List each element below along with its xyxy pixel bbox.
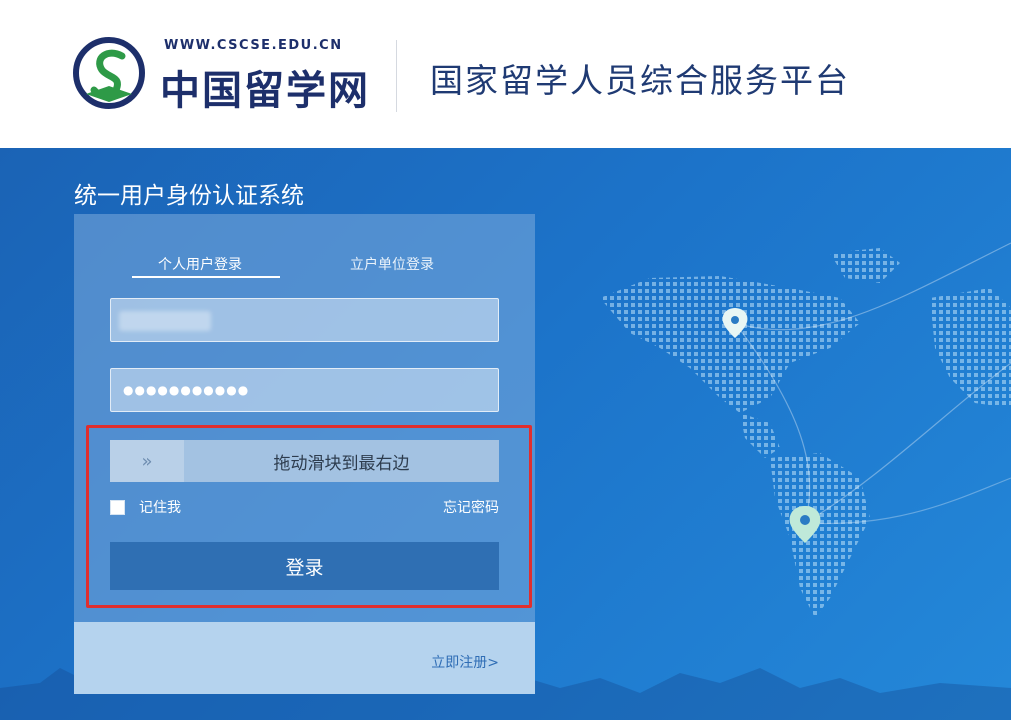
register-link[interactable]: 立即注册> xyxy=(431,652,499,672)
active-tab-indicator xyxy=(132,276,280,278)
slider-handle[interactable]: » xyxy=(110,440,184,482)
login-banner: 统一用户身份认证系统 个人用户登录 立户单位登录 ●●●●●●●●●●● » 拖… xyxy=(0,148,1011,720)
username-input[interactable] xyxy=(110,298,499,342)
slider-instruction: 拖动滑块到最右边 xyxy=(273,453,410,474)
password-value: ●●●●●●●●●●● xyxy=(123,383,250,397)
logo-url-text: WWW.CSCSE.EDU.CN xyxy=(164,38,343,53)
platform-title: 国家留学人员综合服务平台 xyxy=(430,61,850,100)
remember-me-label: 记住我 xyxy=(139,500,181,516)
forgot-password-link[interactable]: 忘记密码 xyxy=(443,497,499,517)
tab-personal-login[interactable]: 个人用户登录 xyxy=(158,254,242,274)
double-chevron-right-icon: » xyxy=(141,450,153,472)
cscse-logo[interactable]: WWW.CSCSE.EDU.CN 中国留学网 xyxy=(72,36,382,116)
cscse-emblem-icon xyxy=(73,37,145,109)
username-blurred-value xyxy=(119,311,211,331)
login-button[interactable]: 登录 xyxy=(110,542,499,590)
page-header: WWW.CSCSE.EDU.CN 中国留学网 国家留学人员综合服务平台 xyxy=(0,0,1011,148)
logo-chinese-text: 中国留学网 xyxy=(160,67,370,114)
system-title: 统一用户身份认证系统 xyxy=(74,183,304,209)
login-panel-footer: 立即注册> xyxy=(74,622,535,694)
login-panel: 个人用户登录 立户单位登录 ●●●●●●●●●●● » 拖动滑块到最右边 记住我… xyxy=(74,214,535,622)
tab-organization-login[interactable]: 立户单位登录 xyxy=(350,254,434,274)
header-divider xyxy=(396,40,397,112)
password-input[interactable]: ●●●●●●●●●●● xyxy=(110,368,499,412)
slider-captcha[interactable]: » 拖动滑块到最右边 xyxy=(110,440,499,482)
remember-me-checkbox[interactable] xyxy=(110,499,125,515)
remember-me[interactable]: 记住我 xyxy=(110,497,181,517)
